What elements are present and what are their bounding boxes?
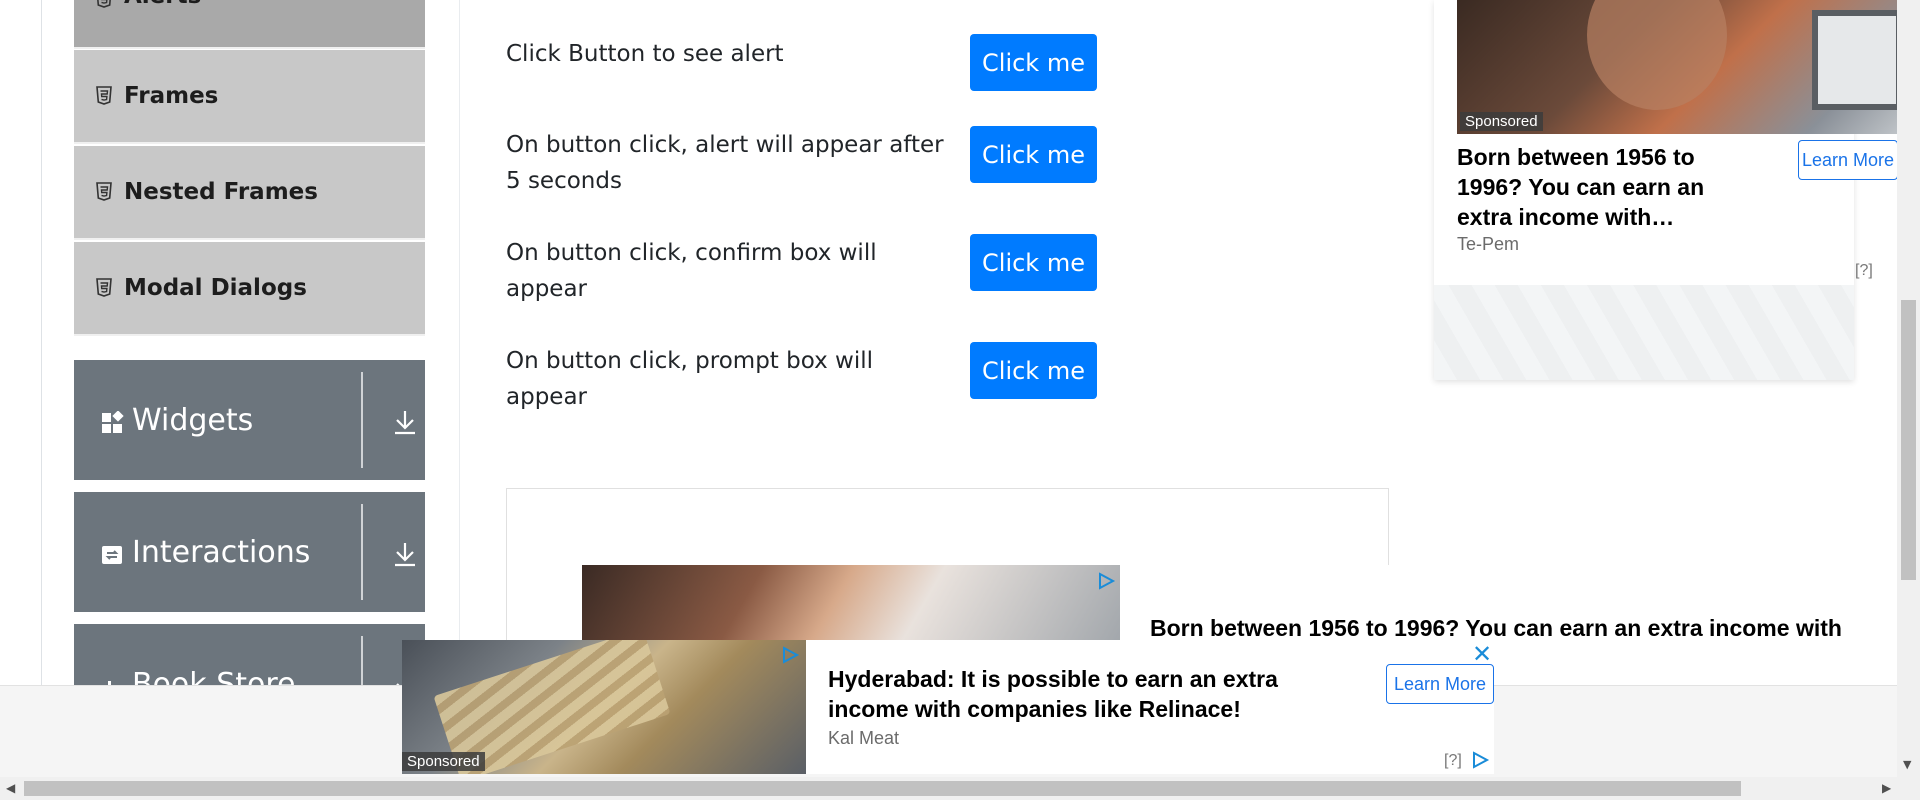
html5-icon bbox=[96, 86, 112, 106]
right-ad[interactable]: Sponsored Born between 1956 to 1996? You… bbox=[1434, 0, 1920, 380]
sidebar-border-right bbox=[459, 0, 460, 685]
confirm-button[interactable]: Click me bbox=[970, 234, 1097, 291]
horizontal-scroll-thumb[interactable] bbox=[24, 781, 1741, 796]
ad-image-person bbox=[1587, 0, 1727, 110]
html5-icon bbox=[96, 0, 112, 9]
timer-alert-button[interactable]: Click me bbox=[970, 126, 1097, 183]
ad-source[interactable]: Kal Meat bbox=[828, 728, 899, 749]
sidebar-item-alerts[interactable]: Alerts bbox=[74, 0, 425, 49]
sidebar-item-label: Modal Dialogs bbox=[124, 275, 307, 301]
scroll-right-icon[interactable]: ▶ bbox=[1882, 781, 1891, 795]
ad-title[interactable]: Hyderabad: It is possible to earn an ext… bbox=[828, 664, 1348, 724]
vertical-scrollbar[interactable]: ▼ bbox=[1897, 0, 1920, 777]
adchoices-icon[interactable] bbox=[780, 645, 800, 665]
vertical-scroll-thumb[interactable] bbox=[1901, 300, 1916, 580]
download-icon[interactable] bbox=[392, 408, 418, 436]
learn-more-button[interactable]: Learn More bbox=[1798, 140, 1898, 180]
sidebar-item-label: Nested Frames bbox=[124, 179, 318, 205]
alert-row-text: Click Button to see alert bbox=[506, 41, 784, 67]
ad-image[interactable]: Sponsored bbox=[1457, 0, 1920, 134]
ad-title[interactable]: Born between 1956 to 1996? You can earn … bbox=[1150, 615, 1842, 642]
page: Alerts Frames Nested Frames Modal Dialog… bbox=[0, 0, 1920, 800]
divider bbox=[361, 504, 363, 600]
prompt-button[interactable]: Click me bbox=[970, 342, 1097, 399]
sidebar-group-label: Widgets bbox=[132, 402, 254, 438]
sidebar-item-modal-dialogs[interactable]: Modal Dialogs bbox=[74, 242, 425, 336]
sidebar-item-label: Frames bbox=[124, 83, 219, 109]
ad-background-pattern bbox=[1434, 285, 1854, 380]
sponsored-label: Sponsored bbox=[402, 752, 485, 771]
html5-icon bbox=[96, 182, 112, 202]
timer-alert-row-text: On button click, alert will appear after… bbox=[506, 132, 944, 194]
ad-help-link[interactable]: [?] bbox=[1444, 752, 1462, 770]
confirm-row-text: On button click, confirm box will appear bbox=[506, 240, 877, 302]
alert-button[interactable]: Click me bbox=[970, 34, 1097, 91]
download-icon[interactable] bbox=[392, 540, 418, 568]
html5-icon bbox=[96, 278, 112, 298]
sidebar-item-nested-frames[interactable]: Nested Frames bbox=[74, 146, 425, 240]
bottom-ad[interactable]: Sponsored Hyderabad: It is possible to e… bbox=[402, 640, 1494, 774]
sidebar-group-interactions[interactable]: Interactions bbox=[74, 492, 425, 612]
prompt-row-text: On button click, prompt box will appear bbox=[506, 348, 874, 410]
sidebar-item-label: Alerts bbox=[124, 0, 201, 9]
interactions-icon bbox=[100, 540, 124, 564]
sidebar-border-left bbox=[41, 0, 42, 685]
horizontal-scrollbar[interactable]: ◀ ▶ bbox=[0, 777, 1920, 800]
learn-more-button[interactable]: Learn More bbox=[1386, 664, 1494, 704]
ad-title[interactable]: Born between 1956 to 1996? You can earn … bbox=[1457, 142, 1727, 232]
sidebar-group-label: Interactions bbox=[132, 534, 311, 570]
ad-image-atm bbox=[1812, 10, 1902, 110]
ad-help-link[interactable]: [?] bbox=[1855, 262, 1873, 280]
divider bbox=[361, 372, 363, 468]
scroll-left-icon[interactable]: ◀ bbox=[6, 781, 15, 795]
adchoices-icon[interactable] bbox=[1096, 571, 1116, 591]
sponsored-label: Sponsored bbox=[1460, 112, 1543, 131]
adchoices-icon[interactable] bbox=[1470, 750, 1490, 770]
sidebar-item-frames[interactable]: Frames bbox=[74, 50, 425, 144]
ad-source[interactable]: Te-Pem bbox=[1457, 234, 1519, 255]
ad-image[interactable]: Sponsored bbox=[402, 640, 806, 774]
widgets-icon bbox=[100, 408, 124, 433]
sidebar: Alerts Frames Nested Frames Modal Dialog… bbox=[0, 0, 460, 744]
close-icon[interactable]: ✕ bbox=[1472, 640, 1492, 668]
scroll-down-icon[interactable]: ▼ bbox=[1903, 758, 1911, 771]
sidebar-group-widgets[interactable]: Widgets bbox=[74, 360, 425, 480]
